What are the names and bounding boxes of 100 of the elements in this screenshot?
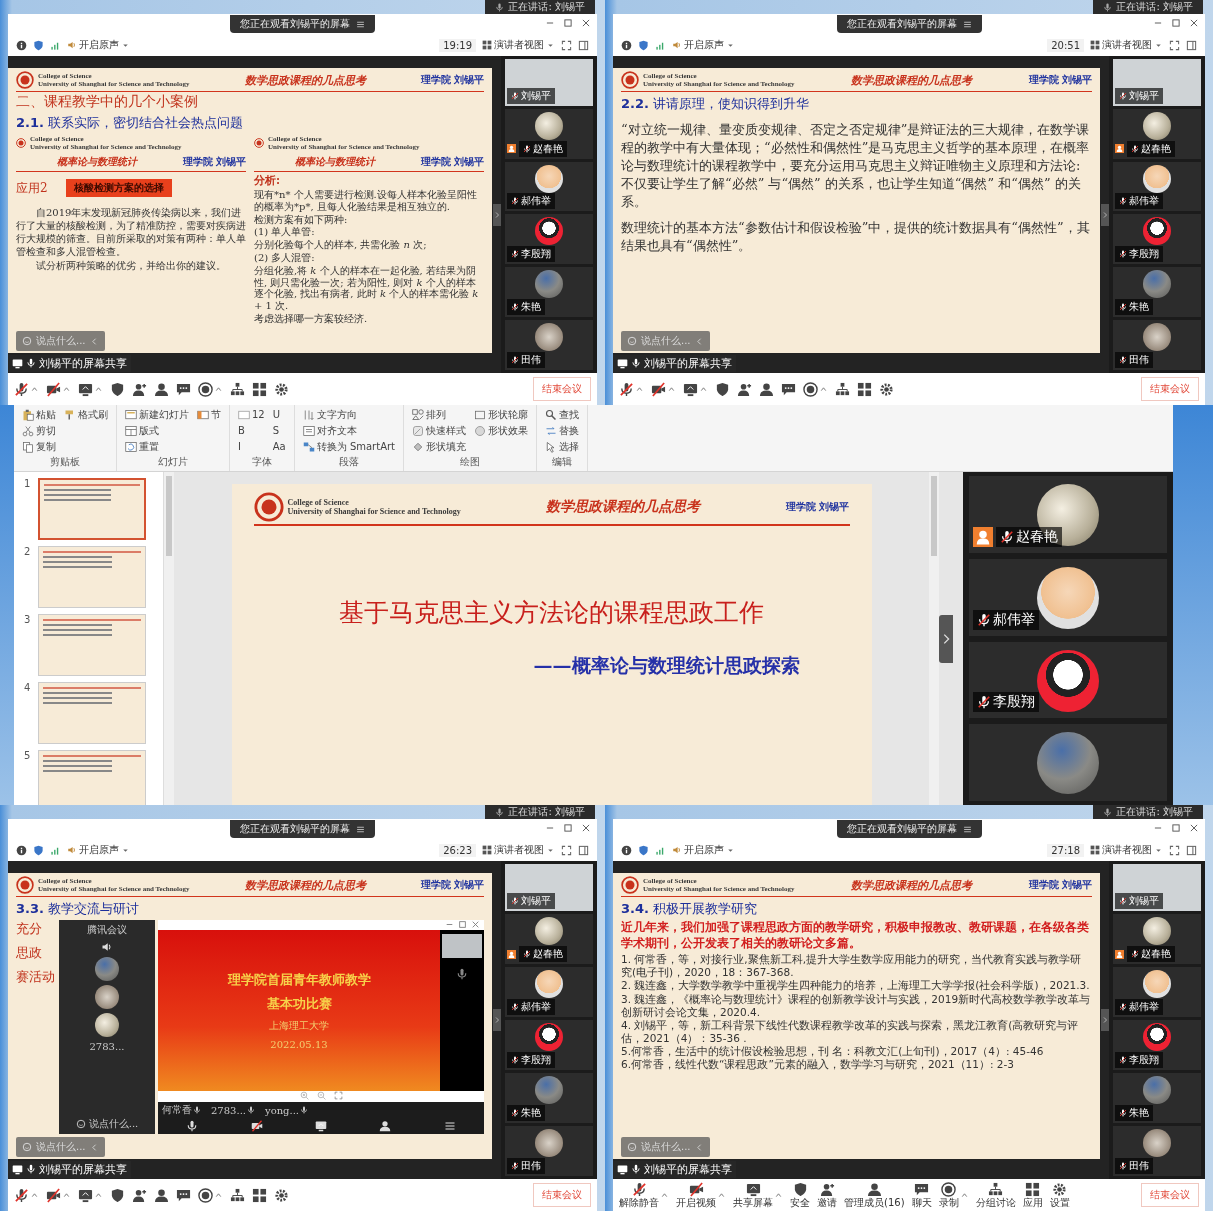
toolbar-button[interactable]: 应用 [1022, 1181, 1043, 1209]
ribbon-button[interactable]: 节 [197, 407, 221, 422]
toolbar-button[interactable]: 设置 [1049, 1181, 1070, 1209]
settings-icon[interactable] [274, 381, 289, 397]
ribbon-button[interactable]: 文字方向 [302, 407, 395, 422]
end-meeting-button[interactable]: 结束会议 [1141, 1183, 1199, 1207]
end-meeting-button[interactable]: 结束会议 [1141, 377, 1199, 401]
mic-icon[interactable] [186, 1120, 199, 1132]
sidebar-icon[interactable] [1186, 39, 1197, 51]
scrollbar-thumb[interactable] [931, 476, 937, 556]
shield-icon[interactable] [33, 844, 44, 856]
collapse-handle[interactable] [492, 1009, 501, 1031]
person-plus-icon[interactable] [132, 381, 147, 397]
maximize-icon[interactable] [563, 18, 573, 28]
person-icon[interactable] [759, 381, 774, 397]
emoji-icon[interactable] [75, 1119, 86, 1129]
toolbar-button[interactable]: 开启视频 [676, 1181, 716, 1209]
fullscreen-icon[interactable] [561, 844, 572, 856]
view-button[interactable]: 演讲者视图 [1090, 843, 1163, 857]
crossed-camera-icon[interactable] [46, 1187, 61, 1203]
ribbon-button[interactable]: 形状轮廓 [474, 407, 528, 422]
sidebar-icon[interactable] [1186, 844, 1197, 856]
maximize-icon[interactable] [458, 920, 467, 929]
maximize-icon[interactable] [1171, 18, 1181, 28]
ribbon-button[interactable]: 形状填充 [412, 439, 466, 454]
chat-field[interactable]: 说点什么... [88, 1117, 139, 1131]
menu-icon[interactable] [356, 19, 365, 29]
toolbar-button[interactable]: 解除静音 [619, 1181, 659, 1209]
ribbon-button[interactable]: 选择 [545, 439, 579, 454]
toolbar-button[interactable]: 聊天 [911, 1181, 932, 1209]
toolbar-button[interactable]: 管理成员(16) [844, 1181, 905, 1209]
apps-icon[interactable] [252, 1187, 267, 1203]
ribbon-button[interactable]: I [238, 439, 265, 454]
record-icon[interactable] [198, 1187, 213, 1203]
audio-button[interactable]: 开启原声 [67, 843, 130, 857]
fullscreen-icon[interactable] [1169, 844, 1180, 856]
apps-icon[interactable] [857, 381, 872, 397]
menu-icon[interactable] [962, 19, 972, 29]
ribbon-button[interactable]: 排列 [412, 407, 466, 422]
toolbar-button[interactable]: 共享屏幕 [733, 1181, 773, 1209]
collapse-handle[interactable] [1100, 203, 1109, 226]
person-plus-icon[interactable] [737, 381, 752, 397]
ribbon-button[interactable]: 12 [238, 407, 265, 422]
audio-button[interactable]: 开启原声 [67, 38, 130, 52]
toolbar-button[interactable]: 录制 [938, 1181, 959, 1209]
ribbon-button[interactable]: 重置 [125, 439, 189, 454]
ribbon-button[interactable]: 新建幻灯片 [125, 407, 189, 422]
settings-icon[interactable] [879, 381, 894, 397]
slide-thumbnail[interactable] [38, 682, 146, 744]
ribbon-button[interactable]: 粘贴 [22, 407, 56, 422]
record-icon[interactable] [198, 381, 213, 397]
speaker-icon[interactable] [101, 941, 113, 953]
monitor-icon[interactable] [314, 1120, 327, 1132]
crossed-camera-icon[interactable] [46, 381, 61, 397]
maximize-icon[interactable] [563, 823, 573, 833]
person-icon[interactable] [154, 1187, 169, 1203]
fullscreen-icon[interactable] [1169, 39, 1180, 51]
person-icon[interactable] [154, 381, 169, 397]
ribbon-button[interactable]: 查找 [545, 407, 579, 422]
end-meeting-button[interactable]: 结束会议 [533, 1183, 591, 1207]
view-button[interactable]: 演讲者视图 [1090, 38, 1163, 52]
view-button[interactable]: 演讲者视图 [482, 38, 555, 52]
ribbon-button[interactable]: 版式 [125, 423, 189, 438]
slide-thumbnail[interactable] [38, 614, 146, 676]
close-icon[interactable] [471, 920, 480, 929]
person-plus-icon[interactable] [132, 1187, 147, 1203]
shield-icon[interactable] [715, 381, 730, 397]
fullscreen-icon[interactable] [561, 39, 572, 51]
hierarchy-icon[interactable] [230, 1187, 245, 1203]
settings-icon[interactable] [274, 1187, 289, 1203]
chat-icon[interactable] [176, 381, 191, 397]
muted-mic-icon[interactable] [619, 381, 634, 397]
muted-mic-icon[interactable] [14, 1187, 29, 1203]
ribbon-button[interactable]: U [272, 407, 286, 422]
ribbon-button[interactable]: Aa [272, 439, 286, 454]
ribbon-button[interactable]: 形状效果 [474, 423, 528, 438]
monitor-icon[interactable] [78, 1187, 93, 1203]
shield-icon[interactable] [638, 39, 649, 51]
menu-icon[interactable] [443, 1120, 456, 1132]
collapse-handle[interactable] [1100, 1009, 1109, 1031]
slide-thumbnail[interactable] [38, 750, 146, 805]
shield-icon[interactable] [33, 39, 44, 51]
close-icon[interactable] [1189, 18, 1199, 28]
end-meeting-button[interactable]: 结束会议 [533, 377, 591, 401]
toolbar-button[interactable]: 安全 [790, 1181, 810, 1209]
monitor-icon[interactable] [78, 381, 93, 397]
toolbar-button[interactable]: 分组讨论 [975, 1181, 1016, 1209]
muted-mic-icon[interactable] [14, 381, 29, 397]
close-icon[interactable] [1189, 823, 1199, 833]
maximize-icon[interactable] [1171, 823, 1181, 833]
info-icon[interactable] [621, 844, 632, 856]
ribbon-button[interactable]: B [238, 423, 265, 438]
shield-icon[interactable] [638, 844, 649, 856]
close-icon[interactable] [581, 823, 591, 833]
ribbon-button[interactable]: 复制 [22, 439, 56, 454]
slide-thumbnail[interactable] [38, 478, 146, 540]
shield-icon[interactable] [110, 381, 125, 397]
close-icon[interactable] [581, 18, 591, 28]
menu-icon[interactable] [962, 824, 972, 834]
hierarchy-icon[interactable] [230, 381, 245, 397]
